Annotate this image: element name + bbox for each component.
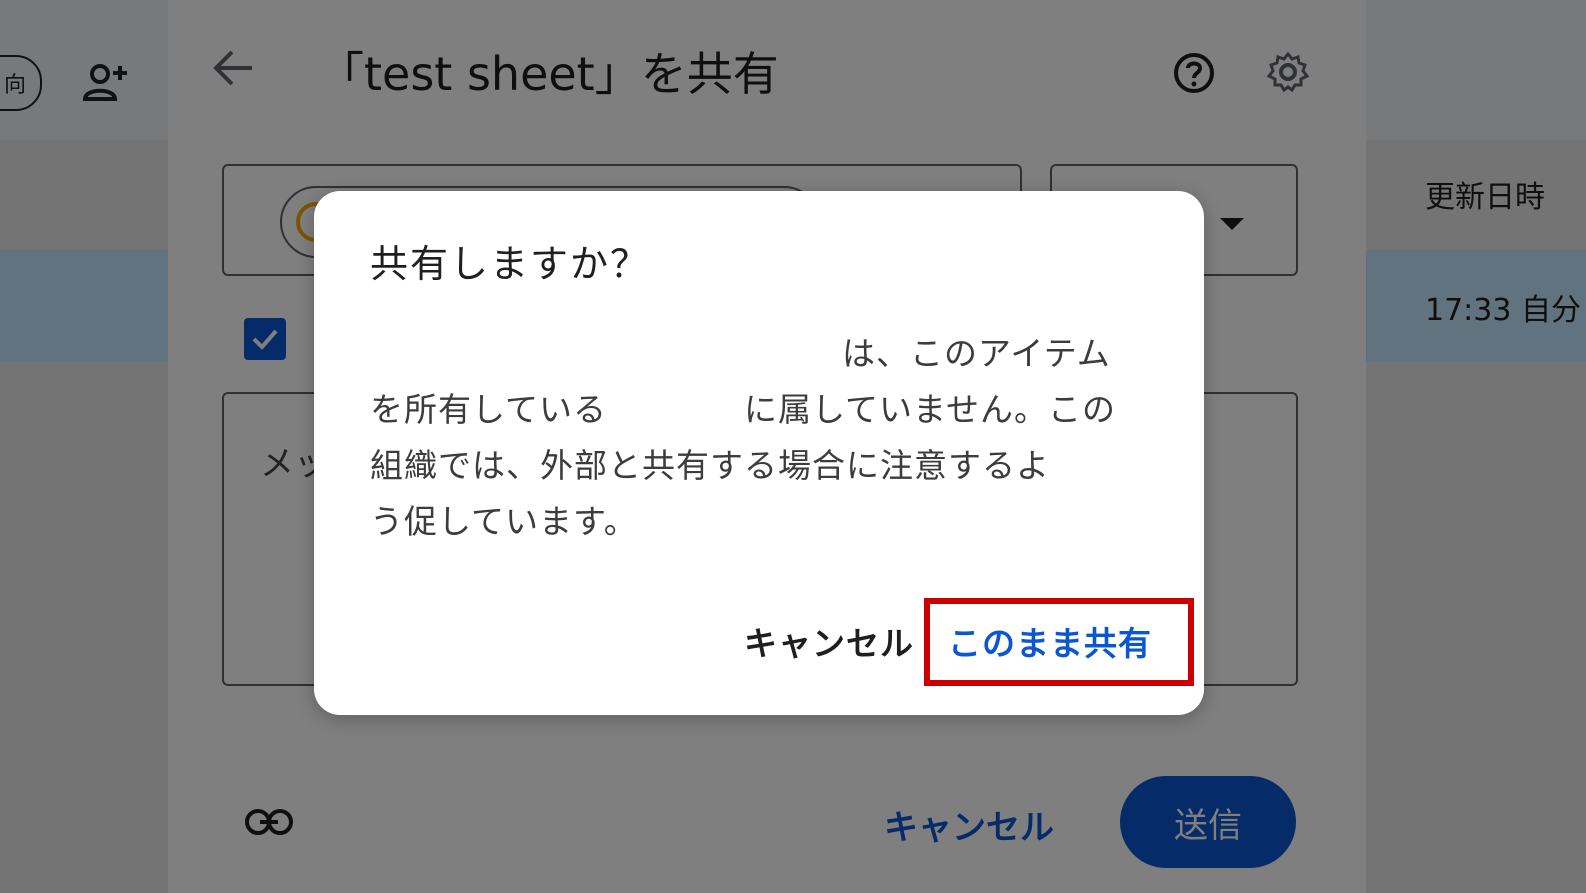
confirm-dialog-actions: キャンセル このまま共有 (314, 591, 1204, 691)
body-line-2b: に属していません。この (744, 390, 1117, 429)
confirm-dialog-title: 共有しますか？ (370, 242, 651, 286)
body-line-3: 組織では、外部と共有する場合に注意するよ (370, 446, 1050, 485)
body-line-2a: を所有している (370, 390, 608, 429)
cancel-button[interactable]: キャンセル (744, 617, 914, 665)
body-line-1: は、このアイテム (842, 334, 1111, 373)
share-anyway-button[interactable]: このまま共有 (948, 617, 1152, 665)
body-line-4: う促しています。 (370, 502, 638, 541)
confirm-share-dialog: 共有しますか？ は、このアイテム を所有している に属していません。この 組織で… (314, 191, 1204, 715)
